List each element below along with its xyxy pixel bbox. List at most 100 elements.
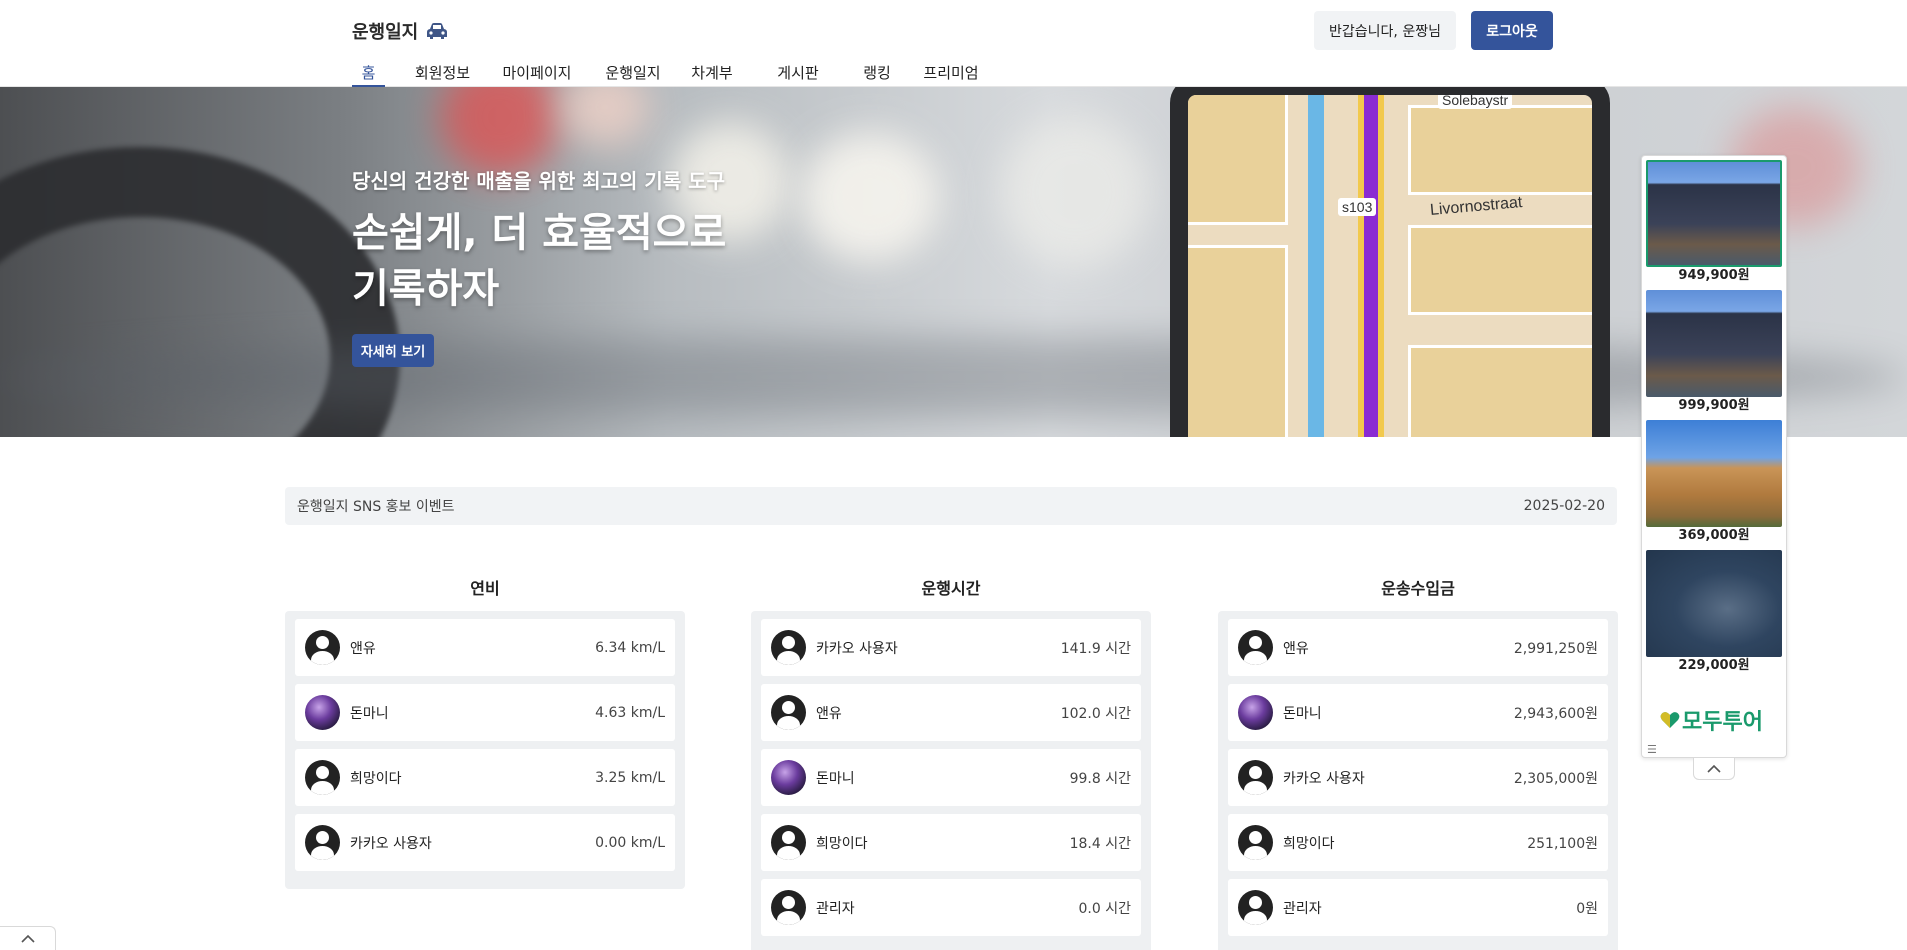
ranking-row[interactable]: 카카오 사용자 0.00 km/L — [295, 814, 675, 871]
map-block — [1408, 225, 1592, 315]
lake-pavilion-image — [1646, 550, 1782, 657]
bokeh-light — [440, 87, 560, 177]
heart-icon — [1660, 712, 1680, 728]
hero-banner: Solebaystr s103 Livornostraat 당신의 건강한 매출… — [0, 87, 1907, 437]
ranking-value: 2,943,600원 — [1513, 705, 1598, 722]
hotel-building-image — [1646, 290, 1782, 397]
phone-navigation-image: Solebaystr s103 Livornostraat — [1170, 87, 1610, 437]
avatar — [1238, 630, 1273, 665]
ranking-row[interactable]: 희망이다 18.4 시간 — [761, 814, 1141, 871]
nav-ranking[interactable]: 랭킹 — [861, 58, 893, 88]
map-block — [1408, 105, 1592, 195]
ad-logo-text: 모두투어 — [1682, 710, 1763, 735]
avatar — [1238, 760, 1273, 795]
dashboard-shadow — [0, 337, 1907, 417]
map-route — [1358, 95, 1384, 437]
notice-title[interactable]: 운행일지 SNS 홍보 이벤트 — [297, 496, 455, 516]
nav-board[interactable]: 게시판 — [774, 58, 822, 88]
bokeh-light — [560, 87, 650, 147]
user-name: 희망이다 — [816, 835, 868, 852]
rock-formation-image — [1646, 420, 1782, 527]
ranking-value: 0원 — [1576, 900, 1598, 917]
nav-home[interactable]: 홈 — [352, 58, 385, 88]
ranking-list: 앤유 6.34 km/L 돈마니 4.63 km/L 희망이다 3.25 km/L 카… — [285, 611, 685, 889]
avatar — [1238, 825, 1273, 860]
map-label: Solebaystr — [1438, 95, 1513, 109]
ad-item[interactable]: 949,900원 — [1646, 160, 1782, 285]
ranking-row[interactable]: 앤유 6.34 km/L — [295, 619, 675, 676]
chevron-up-icon — [20, 934, 35, 943]
ad-price: 369,000원 — [1678, 528, 1750, 543]
bokeh-light — [800, 132, 940, 262]
ranking-value: 0.0 시간 — [1078, 900, 1131, 917]
hero-title-line2: 기록하자 — [352, 266, 500, 312]
ranking-value: 4.63 km/L — [595, 704, 665, 721]
ranking-row[interactable]: 희망이다 251,100원 — [1228, 814, 1608, 871]
ranking-list: 앤유 2,991,250원 돈마니 2,943,600원 카카오 사용자 2,305,… — [1218, 611, 1618, 950]
ranking-value: 251,100원 — [1527, 835, 1598, 852]
ranking-row[interactable]: 앤유 102.0 시간 — [761, 684, 1141, 741]
user-name: 희망이다 — [350, 770, 402, 787]
ranking-row[interactable]: 관리자 0원 — [1228, 879, 1608, 936]
user-name: 앤유 — [350, 640, 376, 657]
map-block — [1188, 95, 1288, 225]
ranking-row[interactable]: 돈마니 2,943,600원 — [1228, 684, 1608, 741]
ranking-row[interactable]: 돈마니 99.8 시간 — [761, 749, 1141, 806]
ranking-value: 3.25 km/L — [595, 769, 665, 786]
ranking-row[interactable]: 관리자 0.0 시간 — [761, 879, 1141, 936]
ranking-value: 0.00 km/L — [595, 834, 665, 851]
hotel-building-image — [1646, 160, 1782, 267]
ad-item[interactable]: 999,900원 — [1646, 290, 1782, 415]
map-block — [1188, 245, 1288, 437]
avatar — [1238, 890, 1273, 925]
ranking-row[interactable]: 희망이다 3.25 km/L — [295, 749, 675, 806]
ranking-row[interactable]: 앤유 2,991,250원 — [1228, 619, 1608, 676]
ranking-row[interactable]: 카카오 사용자 141.9 시간 — [761, 619, 1141, 676]
user-name: 카카오 사용자 — [816, 640, 898, 657]
hero-title-line1: 손쉽게, 더 효율적으로 — [352, 210, 727, 256]
brand[interactable]: 운행일지 — [352, 18, 448, 44]
avatar — [771, 760, 806, 795]
notice-date: 2025-02-20 — [1523, 498, 1605, 514]
nav-premium[interactable]: 프리미엄 — [920, 58, 982, 88]
ranking-value: 99.8 시간 — [1069, 770, 1131, 787]
nav-member-info[interactable]: 회원정보 — [410, 58, 475, 88]
avatar — [305, 760, 340, 795]
user-name: 관리자 — [1283, 900, 1322, 917]
notice-bar[interactable]: 운행일지 SNS 홍보 이벤트 2025-02-20 — [285, 487, 1617, 525]
nav-car-expense[interactable]: 차계부 — [688, 58, 736, 88]
menu-icon[interactable]: ☰ — [1647, 743, 1657, 756]
avatar — [1238, 695, 1273, 730]
avatar — [305, 630, 340, 665]
ranking-fuel-efficiency: 연비 앤유 6.34 km/L 돈마니 4.63 km/L 희망이다 3.25 km/… — [285, 575, 685, 889]
brand-title[interactable]: 운행일지 — [352, 18, 418, 44]
map-block — [1408, 345, 1592, 437]
avatar — [305, 695, 340, 730]
nav-drive-log[interactable]: 운행일지 — [602, 58, 664, 88]
ad-item[interactable]: 369,000원 — [1646, 420, 1782, 545]
ranking-row[interactable]: 카카오 사용자 2,305,000원 — [1228, 749, 1608, 806]
car-icon — [427, 23, 448, 39]
map-road — [1308, 95, 1324, 437]
user-name: 앤유 — [816, 705, 842, 722]
hero-title: 손쉽게, 더 효율적으로 기록하자 — [352, 205, 726, 317]
ranking-value: 2,991,250원 — [1513, 640, 1598, 657]
ranking-value: 102.0 시간 — [1060, 705, 1131, 722]
ranking-value: 6.34 km/L — [595, 639, 665, 656]
avatar — [771, 890, 806, 925]
ranking-row[interactable]: 돈마니 4.63 km/L — [295, 684, 675, 741]
nav-mypage[interactable]: 마이페이지 — [499, 58, 575, 88]
ranking-value: 18.4 시간 — [1069, 835, 1131, 852]
hero-subtitle: 당신의 건강한 매출을 위한 최고의 기록 도구 — [352, 169, 725, 193]
avatar — [771, 695, 806, 730]
ad-price: 999,900원 — [1678, 398, 1750, 413]
modetour-logo[interactable]: 모두투어 — [1660, 704, 1763, 736]
learn-more-button[interactable]: 자세히 보기 — [352, 334, 434, 367]
user-name: 돈마니 — [350, 705, 389, 722]
chevron-up-icon — [1707, 764, 1721, 773]
bottom-panel-toggle[interactable] — [0, 926, 56, 950]
ad-item[interactable]: 229,000원 — [1646, 550, 1782, 675]
avatar — [771, 630, 806, 665]
ad-collapse-toggle[interactable] — [1693, 758, 1735, 780]
logout-button[interactable]: 로그아웃 — [1471, 11, 1553, 50]
